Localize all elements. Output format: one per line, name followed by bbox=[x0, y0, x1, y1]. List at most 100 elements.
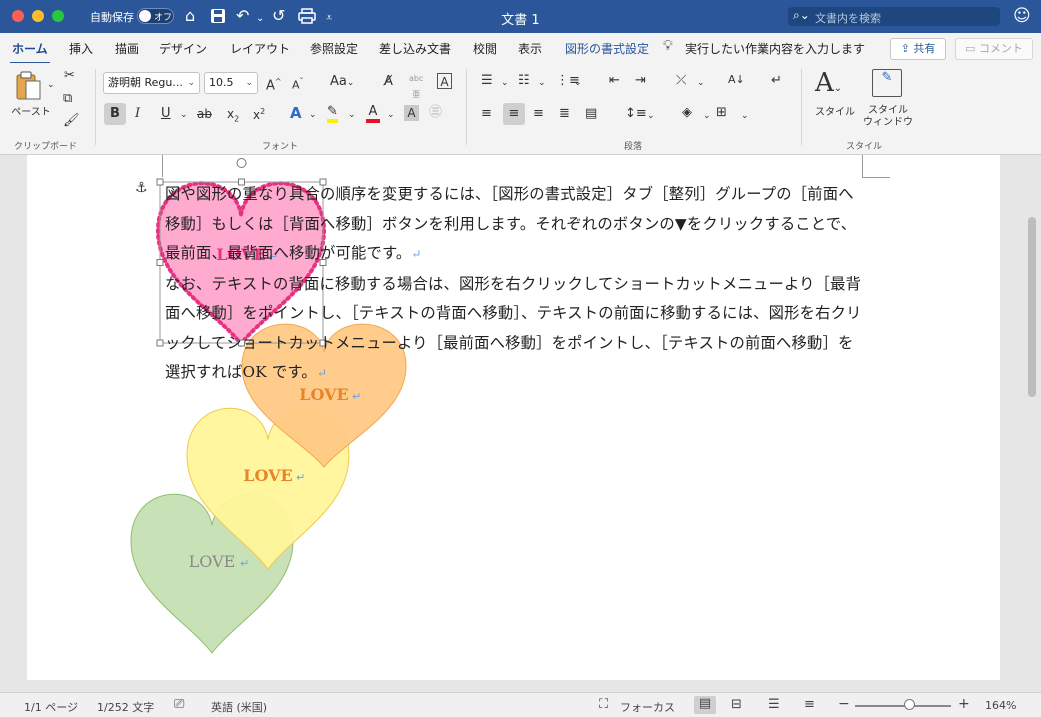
text-effects-icon[interactable]: A bbox=[290, 105, 302, 121]
zoom-level[interactable]: 164% bbox=[985, 699, 1016, 712]
resize-handle[interactable] bbox=[156, 339, 164, 347]
paragraph-mark: ↵ bbox=[296, 471, 305, 484]
format-painter-icon[interactable]: 🖌︎ bbox=[63, 113, 80, 129]
line-spacing-icon[interactable]: ↕≡ bbox=[625, 106, 647, 122]
font-size-dropdown[interactable]: 10.5 ⌄ bbox=[204, 72, 258, 94]
character-border-icon[interactable]: A bbox=[437, 73, 452, 89]
word-count[interactable]: 1/252 文字 bbox=[97, 699, 154, 715]
tab-design[interactable]: デザイン bbox=[159, 40, 207, 57]
justify-icon[interactable]: ≣ bbox=[559, 106, 570, 122]
language-status[interactable]: 英語 (米国) bbox=[211, 699, 267, 715]
resize-handle[interactable] bbox=[156, 259, 164, 266]
bullets-dropdown-icon[interactable]: ⌄ bbox=[501, 75, 509, 91]
multilevel-dropdown-icon[interactable]: ⌄ bbox=[574, 75, 582, 91]
shading-dropdown-icon[interactable]: ⌄ bbox=[703, 108, 711, 124]
change-case-icon[interactable]: Aa⌄ bbox=[330, 74, 354, 91]
align-right-icon[interactable]: ≡ bbox=[533, 106, 544, 122]
zoom-in-icon[interactable]: + bbox=[958, 696, 970, 712]
zoom-out-icon[interactable]: − bbox=[838, 696, 850, 712]
heart-label: LOVE bbox=[189, 552, 236, 571]
tab-references[interactable]: 参照設定 bbox=[310, 40, 358, 57]
sort-icon[interactable]: A↓ bbox=[728, 72, 745, 88]
bullets-icon[interactable]: ☰ bbox=[481, 73, 493, 89]
paste-icon[interactable] bbox=[14, 69, 44, 103]
body-text[interactable]: 図や図形の重なり具合の順序を変更するには、［図形の書式設定］タブ［整列］グループ… bbox=[165, 180, 865, 389]
distributed-icon[interactable]: ▤ bbox=[585, 106, 597, 122]
numbering-dropdown-icon[interactable]: ⌄ bbox=[538, 75, 546, 91]
borders-dropdown-icon[interactable]: ⌄ bbox=[741, 108, 749, 124]
text-direction-icon[interactable]: ⤫ bbox=[676, 73, 686, 89]
outline-view-icon[interactable]: ☰ bbox=[768, 697, 780, 712]
paste-label: ペースト bbox=[11, 107, 51, 118]
subscript-button[interactable]: x2 bbox=[227, 106, 239, 127]
grow-font-icon[interactable]: A^ bbox=[266, 74, 282, 94]
decrease-indent-icon[interactable]: ⇤ bbox=[609, 73, 620, 89]
comment-button[interactable]: ▭ コメント bbox=[955, 38, 1033, 60]
underline-button[interactable]: U bbox=[161, 106, 171, 122]
search-box[interactable]: ⌕⌄ 文書内を検索 bbox=[788, 7, 1000, 26]
shrink-font-icon[interactable]: Aˇ bbox=[292, 74, 304, 94]
tab-draw[interactable]: 描画 bbox=[115, 40, 139, 57]
tab-layout[interactable]: レイアウト bbox=[230, 40, 290, 57]
tab-view[interactable]: 表示 bbox=[518, 40, 542, 57]
font-color-dropdown-icon[interactable]: ⌄ bbox=[387, 107, 395, 123]
zoom-slider-track[interactable] bbox=[855, 705, 951, 707]
align-center-button[interactable]: ≡ bbox=[503, 103, 525, 125]
numbering-icon[interactable]: ☷ bbox=[518, 73, 530, 89]
cut-icon[interactable]: ✂ bbox=[64, 68, 75, 84]
tab-insert[interactable]: 挿入 bbox=[69, 40, 93, 57]
chevron-down-icon: ⌄ bbox=[187, 78, 195, 88]
print-layout-icon[interactable]: ▤ bbox=[694, 696, 716, 714]
phonetic-guide-icon[interactable]: abc 亜 bbox=[409, 71, 423, 103]
share-button[interactable]: ⇪ 共有 bbox=[890, 38, 946, 60]
bold-button[interactable]: B bbox=[104, 103, 126, 125]
styles-group-label: スタイル bbox=[846, 142, 883, 152]
superscript-button[interactable]: x2 bbox=[253, 104, 265, 123]
web-layout-icon[interactable]: ⊟ bbox=[731, 697, 742, 712]
paragraph-mark: ↵ bbox=[240, 557, 249, 570]
tab-home[interactable]: ホーム bbox=[10, 40, 50, 65]
borders-icon[interactable]: ⊞ bbox=[716, 105, 727, 121]
styles-pane-icon[interactable]: ✎ bbox=[872, 69, 902, 97]
show-formatting-icon[interactable]: ↵ bbox=[771, 73, 782, 89]
font-color-icon[interactable]: A bbox=[366, 104, 380, 123]
page-count[interactable]: 1/1 ページ bbox=[24, 699, 78, 715]
separator bbox=[95, 69, 96, 145]
paragraph-text: 図や図形の重なり具合の順序を変更するには、［図形の書式設定］タブ［整列］グループ… bbox=[165, 185, 857, 262]
vertical-scrollbar[interactable] bbox=[1028, 217, 1036, 397]
strikethrough-button[interactable]: ab bbox=[197, 106, 212, 122]
document-page[interactable]: LOVE ↵ LOVE ↵ LOVE ↵ LOVE ↵ ⚓︎ 図や図形の重なり具合の順序を変更… bbox=[27, 155, 1000, 680]
increase-indent-icon[interactable]: ⇥ bbox=[635, 73, 646, 89]
tell-me-box[interactable]: 実行したい作業内容を入力します bbox=[685, 40, 865, 57]
draft-view-icon[interactable]: ≡ bbox=[804, 697, 815, 712]
proofing-icon[interactable]: ⎚ bbox=[174, 697, 184, 712]
text-effects-dropdown-icon[interactable]: ⌄ bbox=[309, 107, 317, 123]
tab-shape-format[interactable]: 図形の書式設定 bbox=[565, 40, 649, 57]
feedback-smiley-icon[interactable]: ☺ bbox=[1013, 6, 1031, 26]
highlight-icon[interactable]: ✎ bbox=[327, 104, 338, 123]
paste-dropdown-icon[interactable]: ⌄ bbox=[47, 77, 55, 93]
shading-icon[interactable]: ◈ bbox=[682, 105, 692, 121]
character-shading-icon[interactable]: A bbox=[404, 105, 419, 121]
search-placeholder: 文書内を検索 bbox=[815, 12, 881, 25]
styles-gallery-icon[interactable]: A⌄ bbox=[815, 68, 842, 104]
resize-handle[interactable] bbox=[156, 178, 164, 186]
align-left-icon[interactable]: ≡ bbox=[481, 106, 492, 122]
text-direction-dropdown-icon[interactable]: ⌄ bbox=[697, 75, 705, 91]
line-spacing-dropdown-icon[interactable]: ⌄ bbox=[647, 108, 655, 124]
font-name-dropdown[interactable]: 游明朝 Regu... ⌄ bbox=[103, 72, 200, 94]
focus-icon[interactable]: ⛶ bbox=[599, 697, 608, 712]
enclose-characters-icon[interactable]: ㊂ bbox=[429, 105, 442, 121]
copy-icon[interactable]: ⧉ bbox=[63, 91, 72, 107]
zoom-slider-knob[interactable] bbox=[904, 699, 915, 710]
focus-label[interactable]: フォーカス bbox=[620, 699, 675, 715]
tab-review[interactable]: 校閲 bbox=[473, 40, 497, 57]
underline-dropdown-icon[interactable]: ⌄ bbox=[180, 107, 188, 123]
highlight-dropdown-icon[interactable]: ⌄ bbox=[348, 107, 356, 123]
rotate-handle-icon[interactable] bbox=[236, 158, 247, 168]
heart-shape[interactable] bbox=[186, 407, 350, 570]
heart-shape[interactable] bbox=[130, 493, 294, 654]
clear-formatting-icon[interactable]: A̸ bbox=[384, 74, 393, 90]
tab-mailings[interactable]: 差し込み文書 bbox=[379, 40, 451, 57]
italic-button[interactable]: I bbox=[135, 106, 140, 122]
